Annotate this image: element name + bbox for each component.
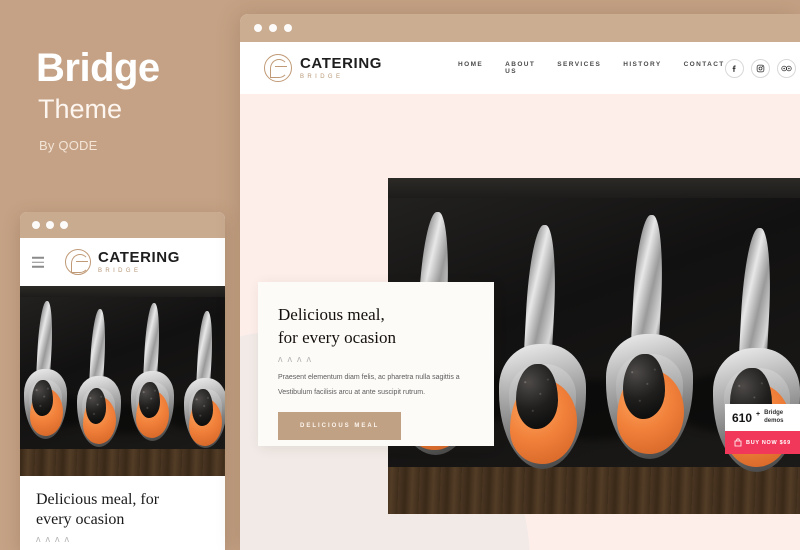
ornament-chevron-icon: ʌ (278, 353, 283, 364)
hero-text-card: Delicious meal, for every ocasion ʌ ʌ ʌ … (258, 282, 494, 446)
window-dot-maximize-icon[interactable] (284, 24, 292, 32)
window-dot-close-icon[interactable] (254, 24, 262, 32)
site-header: CATERING BRIDGE HOME ABOUT US SERVICES H… (240, 42, 800, 94)
nav-item-home[interactable]: HOME (458, 61, 483, 75)
instagram-icon[interactable] (750, 58, 770, 78)
demo-count-suffix: + (756, 411, 761, 418)
ornament-chevron-icon: ʌ (287, 353, 293, 364)
hero-ornament-row: ʌ ʌ ʌ ʌ (278, 353, 474, 364)
demo-count-number: 610 (732, 410, 753, 425)
demo-count-label: Bridge demos (764, 410, 783, 425)
ornament-chevron-icon: ʌ (45, 534, 51, 544)
tripadvisor-icon[interactable] (776, 58, 796, 78)
mobile-site-header: CATERING BRIDGE (20, 238, 225, 286)
mobile-hero-photo (20, 286, 225, 476)
logo-name: CATERING (300, 55, 383, 72)
catering-circle-logo-icon (64, 249, 91, 275)
hamburger-menu-icon[interactable] (32, 256, 44, 268)
desktop-mockup: CATERING BRIDGE HOME ABOUT US SERVICES H… (240, 14, 800, 550)
promo-panel: Bridge Theme By QODE CATERING BRIDGE Del… (0, 0, 240, 550)
ornament-chevron-icon: ʌ (36, 534, 41, 544)
main-navigation: HOME ABOUT US SERVICES HISTORY CONTACT (458, 61, 725, 75)
hero-paragraph: Praesent elementum diam felis, ac pharet… (278, 373, 460, 396)
ornament-chevron-icon: ʌ (297, 353, 302, 364)
hero-heading-line-2: for every ocasion (278, 327, 397, 347)
mobile-hero-heading: Delicious meal, for every ocasion (36, 490, 209, 530)
window-dot-minimize-icon[interactable] (46, 221, 54, 229)
demo-label-line-2: demos (764, 417, 784, 424)
hero-heading-line-1: Delicious meal, (278, 305, 385, 324)
window-dot-close-icon[interactable] (32, 221, 40, 229)
ornament-chevron-icon: ʌ (306, 353, 312, 364)
mobile-mockup: CATERING BRIDGE Delicious meal, for ever… (20, 212, 225, 550)
mobile-heading-line-2: every ocasion (36, 511, 125, 528)
nav-item-services[interactable]: SERVICES (557, 61, 601, 75)
mobile-browser-chrome (20, 212, 225, 238)
buy-now-label: BUY NOW $69 (746, 439, 791, 446)
facebook-icon[interactable] (724, 58, 744, 78)
hero-heading: Delicious meal, for every ocasion (278, 304, 474, 350)
mobile-ornament-row: ʌ ʌ ʌ ʌ (36, 535, 209, 544)
mobile-site-logo[interactable]: CATERING BRIDGE (64, 249, 181, 275)
site-hero-section: Delicious meal, for every ocasion ʌ ʌ ʌ … (240, 94, 800, 550)
demo-count-panel: 610 + Bridge demos (725, 404, 800, 431)
demo-label-line-1: Bridge (764, 410, 784, 416)
ornament-chevron-icon: ʌ (55, 534, 60, 544)
promo-byline: By QODE (39, 138, 98, 153)
nav-item-contact[interactable]: CONTACT (684, 61, 725, 75)
site-logo[interactable]: CATERING BRIDGE (264, 54, 382, 82)
logo-subtitle: BRIDGE (300, 74, 344, 80)
mobile-hero-card: Delicious meal, for every ocasion ʌ ʌ ʌ … (20, 476, 225, 550)
window-dot-minimize-icon[interactable] (269, 24, 277, 32)
window-dot-maximize-icon[interactable] (60, 221, 68, 229)
desktop-browser-chrome (240, 14, 800, 42)
logo-name: CATERING (97, 249, 181, 266)
nav-item-about-us[interactable]: ABOUT US (505, 61, 535, 75)
delicious-meal-button[interactable]: DELICIOUS MEAL (278, 412, 402, 441)
nav-item-history[interactable]: HISTORY (623, 61, 661, 75)
buy-badge: 610 + Bridge demos BUY NOW $69 (725, 404, 800, 454)
shopping-bag-icon (734, 438, 742, 447)
buy-now-button[interactable]: BUY NOW $69 (725, 431, 800, 454)
catering-circle-logo-icon (264, 54, 292, 82)
logo-subtitle: BRIDGE (97, 268, 142, 274)
page-title: Bridge (36, 46, 160, 90)
mobile-heading-line-1: Delicious meal, for (36, 491, 160, 508)
ornament-chevron-icon: ʌ (64, 534, 70, 544)
social-links (724, 58, 796, 78)
promo-subtitle: Theme (38, 94, 123, 124)
